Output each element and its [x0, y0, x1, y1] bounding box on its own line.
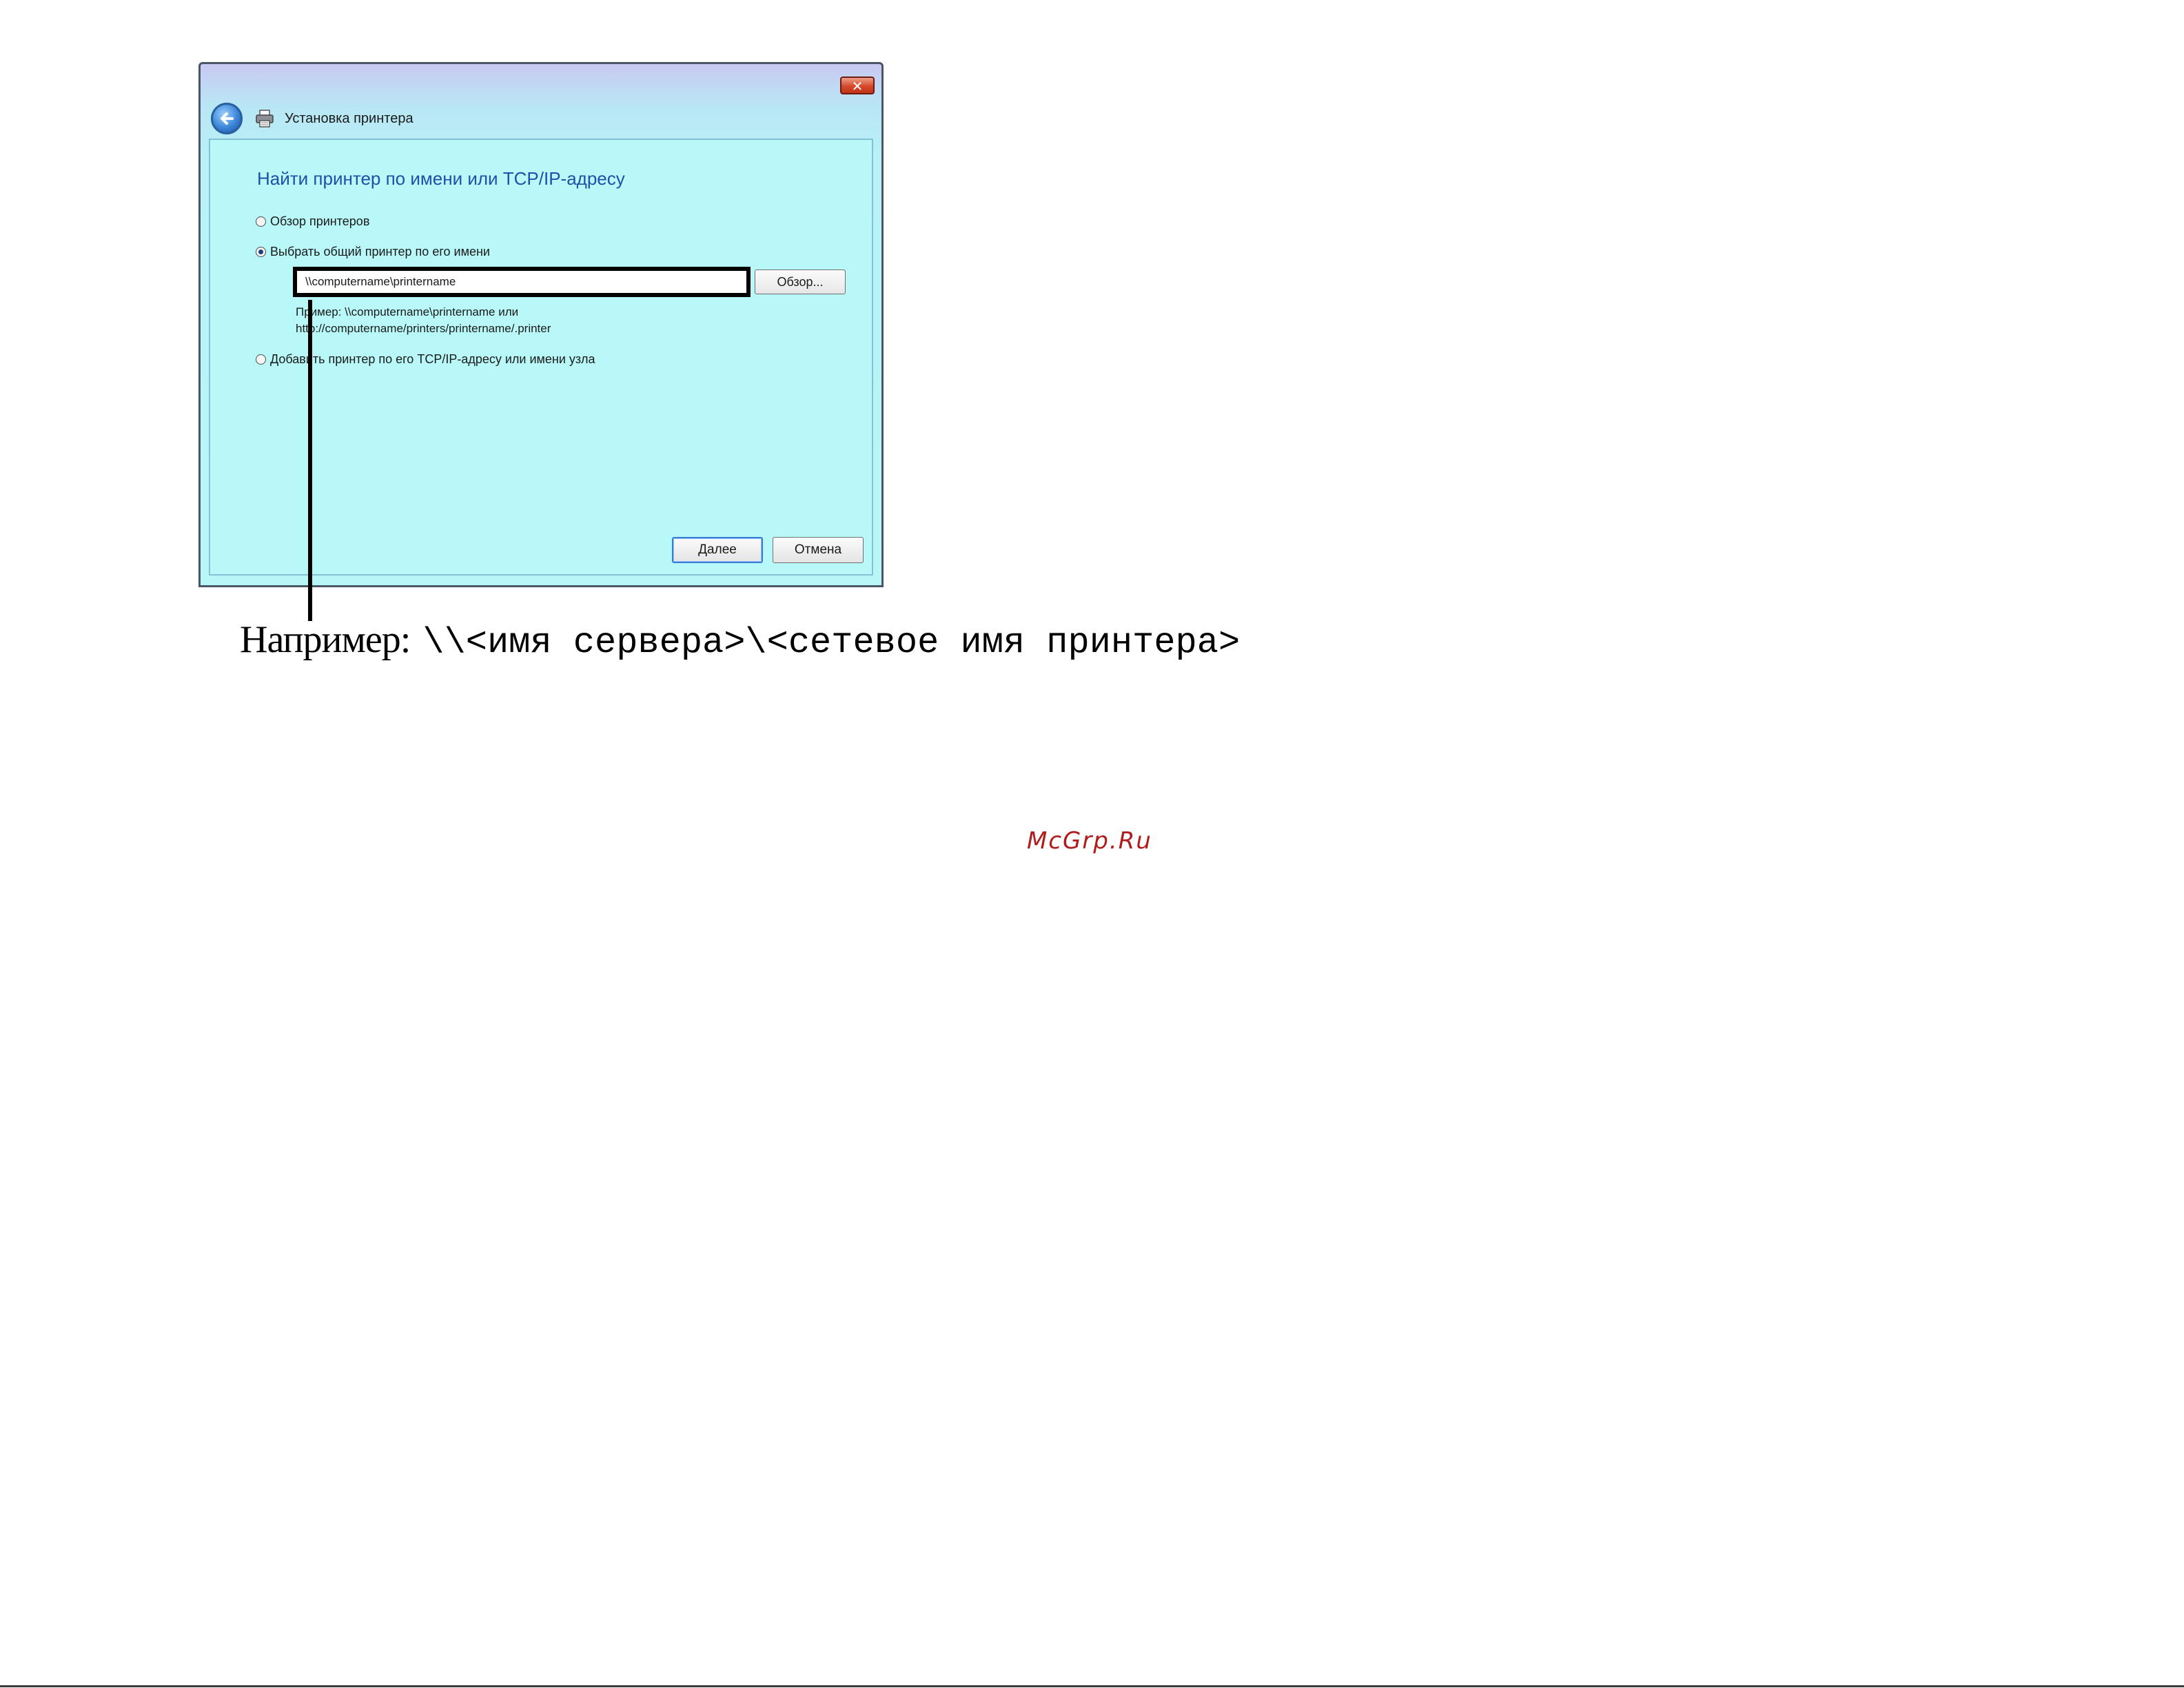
radio-shared-printer-by-name[interactable] — [256, 247, 266, 257]
close-button[interactable]: ✕ — [840, 77, 875, 94]
close-icon: ✕ — [851, 78, 864, 94]
radio-browse-printers[interactable] — [256, 216, 266, 227]
printer-setup-window: ✕ Установка принтера Найти принтер по им… — [198, 62, 884, 587]
radio-tcpip-address[interactable] — [256, 354, 266, 365]
browse-button[interactable]: Обзор... — [755, 270, 846, 294]
back-arrow-icon — [221, 112, 234, 125]
path-example-line-1: Пример: \\computername\printername или — [296, 305, 519, 318]
caption-label: Например: — [240, 618, 411, 661]
option-browse-printers[interactable]: Обзор принтеров — [256, 213, 369, 230]
option-shared-printer-by-name[interactable]: Выбрать общий принтер по его имени — [256, 243, 490, 260]
window-title: Установка принтера — [285, 111, 414, 126]
caption-code: \\<имя сервера>\<сетевое имя принтера> — [422, 622, 1241, 663]
page-bottom-rule — [0, 1685, 2184, 1687]
option-shared-printer-label: Выбрать общий принтер по его имени — [270, 245, 490, 258]
option-tcpip-address[interactable]: Добавить принтер по его TCP/IP-адресу ил… — [256, 351, 595, 367]
cancel-button[interactable]: Отмена — [773, 537, 864, 563]
back-button[interactable] — [211, 103, 243, 134]
option-browse-printers-label: Обзор принтеров — [270, 214, 370, 228]
printer-path-input[interactable] — [293, 267, 751, 297]
example-caption: Например: \\<имя сервера>\<сетевое имя пр… — [240, 618, 1240, 671]
callout-line — [308, 300, 312, 621]
path-example: Пример: \\computername\printername или h… — [296, 304, 551, 337]
dialog-heading: Найти принтер по имени или TCP/IP-адресу — [257, 168, 625, 189]
printer-icon — [256, 110, 274, 128]
path-example-line-2: http://computername/printers/printername… — [296, 322, 551, 335]
next-button[interactable]: Далее — [672, 537, 763, 563]
watermark: McGrp.Ru — [1027, 827, 1152, 855]
option-tcpip-label: Добавить принтер по его TCP/IP-адресу ил… — [270, 352, 595, 366]
